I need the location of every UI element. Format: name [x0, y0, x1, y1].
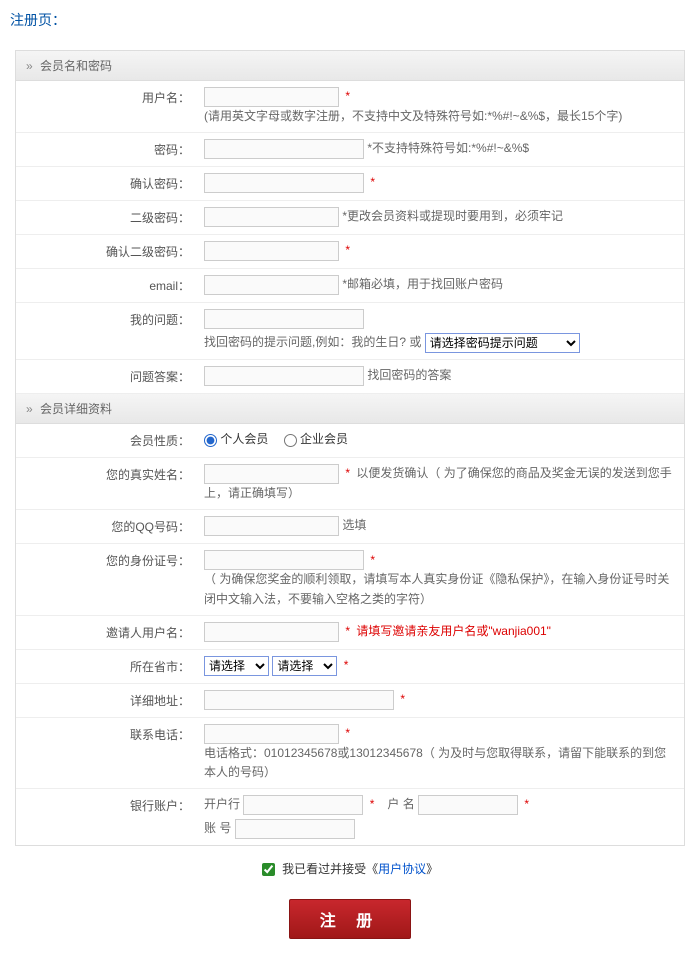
chevron-right-icon: » [26, 59, 33, 73]
question-input[interactable] [204, 309, 364, 329]
hint-my-question: 找回密码的提示问题,例如：我的生日? 或 [204, 335, 421, 349]
label-member-type: 会员性质： [16, 424, 196, 457]
hint-phone: 电话格式：01012345678或13012345678（ 为及时与您取得联系，… [204, 744, 676, 782]
province-select[interactable]: 请选择 [204, 656, 269, 676]
email-input[interactable] [204, 275, 339, 295]
real-name-input[interactable] [204, 464, 339, 484]
required-mark: * [345, 466, 350, 480]
required-mark: * [370, 553, 375, 567]
hint-answer: 找回密码的答案 [367, 368, 451, 382]
id-card-input[interactable] [204, 550, 364, 570]
radio-personal[interactable]: 个人会员 [204, 432, 268, 446]
label-my-question: 我的问题： [16, 303, 196, 359]
required-mark: * [370, 175, 375, 189]
label-question-answer: 问题答案： [16, 360, 196, 393]
account-name-input[interactable] [418, 795, 518, 815]
required-mark: * [524, 797, 529, 811]
radio-enterprise[interactable]: 企业会员 [284, 432, 348, 446]
agreement-prefix: 我已看过并接受《 [282, 862, 378, 876]
section-account-title: 会员名和密码 [40, 59, 112, 73]
hint-password: *不支持特殊符号如:*%#!~&%$ [367, 141, 529, 155]
account-no-input[interactable] [235, 819, 355, 839]
city-select[interactable]: 请选择 [272, 656, 337, 676]
page-title: 注册页： [10, 10, 690, 30]
required-mark: * [345, 243, 350, 257]
label-confirm-second-password: 确认二级密码： [16, 235, 196, 268]
agreement-row: 我已看过并接受《用户协议》 [10, 846, 690, 891]
hint-qq: 选填 [342, 519, 366, 533]
hint-username: (请用英文字母或数字注册，不支持中文及特殊符号如:*%#!~&%$，最长15个字… [204, 107, 676, 126]
label-confirm-password: 确认密码： [16, 167, 196, 200]
required-mark: * [344, 658, 349, 672]
label-email: email： [16, 269, 196, 302]
required-mark: * [345, 89, 350, 103]
hint-id-card: （ 为确保您奖金的顺利领取，请填写本人真实身份证《隐私保护》，在输入身份证号时关… [204, 570, 676, 608]
label-real-name: 您的真实姓名： [16, 458, 196, 509]
label-inviter: 邀请人用户名： [16, 616, 196, 649]
agreement-checkbox[interactable] [262, 863, 275, 876]
qq-input[interactable] [204, 516, 339, 536]
hint-second-password: *更改会员资料或提现时要用到，必须牢记 [342, 209, 563, 223]
label-account-name: 户 名 [387, 797, 414, 811]
hint-email: *邮箱必填，用于找回账户密码 [342, 277, 503, 291]
second-password-input[interactable] [204, 207, 339, 227]
password-input[interactable] [204, 139, 364, 159]
label-qq: 您的QQ号码： [16, 510, 196, 543]
required-mark: * [400, 692, 405, 706]
label-id-card: 您的身份证号： [16, 544, 196, 614]
label-address: 详细地址： [16, 684, 196, 717]
confirm-password-input[interactable] [204, 173, 364, 193]
answer-input[interactable] [204, 366, 364, 386]
label-password: 密码： [16, 133, 196, 166]
label-second-password: 二级密码： [16, 201, 196, 234]
label-account-no: 账 号 [204, 821, 231, 835]
bank-name-input[interactable] [243, 795, 363, 815]
confirm-second-password-input[interactable] [204, 241, 339, 261]
submit-button[interactable]: 注 册 [289, 899, 411, 939]
agreement-link[interactable]: 用户协议 [378, 862, 426, 876]
label-province: 所在省市： [16, 650, 196, 683]
chevron-right-icon: » [26, 402, 33, 416]
username-input[interactable] [204, 87, 339, 107]
section-detail-title: 会员详细资料 [40, 402, 112, 416]
required-mark: * [370, 797, 375, 811]
label-username: 用户名： [16, 81, 196, 132]
required-mark: * [345, 726, 350, 740]
question-select[interactable]: 请选择密码提示问题 [425, 333, 580, 353]
label-bank: 银行账户： [16, 789, 196, 845]
agreement-suffix: 》 [426, 862, 438, 876]
section-account-header: » 会员名和密码 [16, 51, 684, 81]
phone-input[interactable] [204, 724, 339, 744]
label-bank-name: 开户行 [204, 797, 240, 811]
section-detail-header: » 会员详细资料 [16, 394, 684, 424]
inviter-input[interactable] [204, 622, 339, 642]
required-mark: * [345, 624, 350, 638]
registration-form: » 会员名和密码 用户名： * (请用英文字母或数字注册，不支持中文及特殊符号如… [15, 50, 685, 846]
hint-inviter: 请填写邀请亲友用户名或 [356, 624, 488, 638]
label-phone: 联系电话： [16, 718, 196, 788]
hint-inviter-example: "wanjia001" [488, 624, 551, 638]
address-input[interactable] [204, 690, 394, 710]
